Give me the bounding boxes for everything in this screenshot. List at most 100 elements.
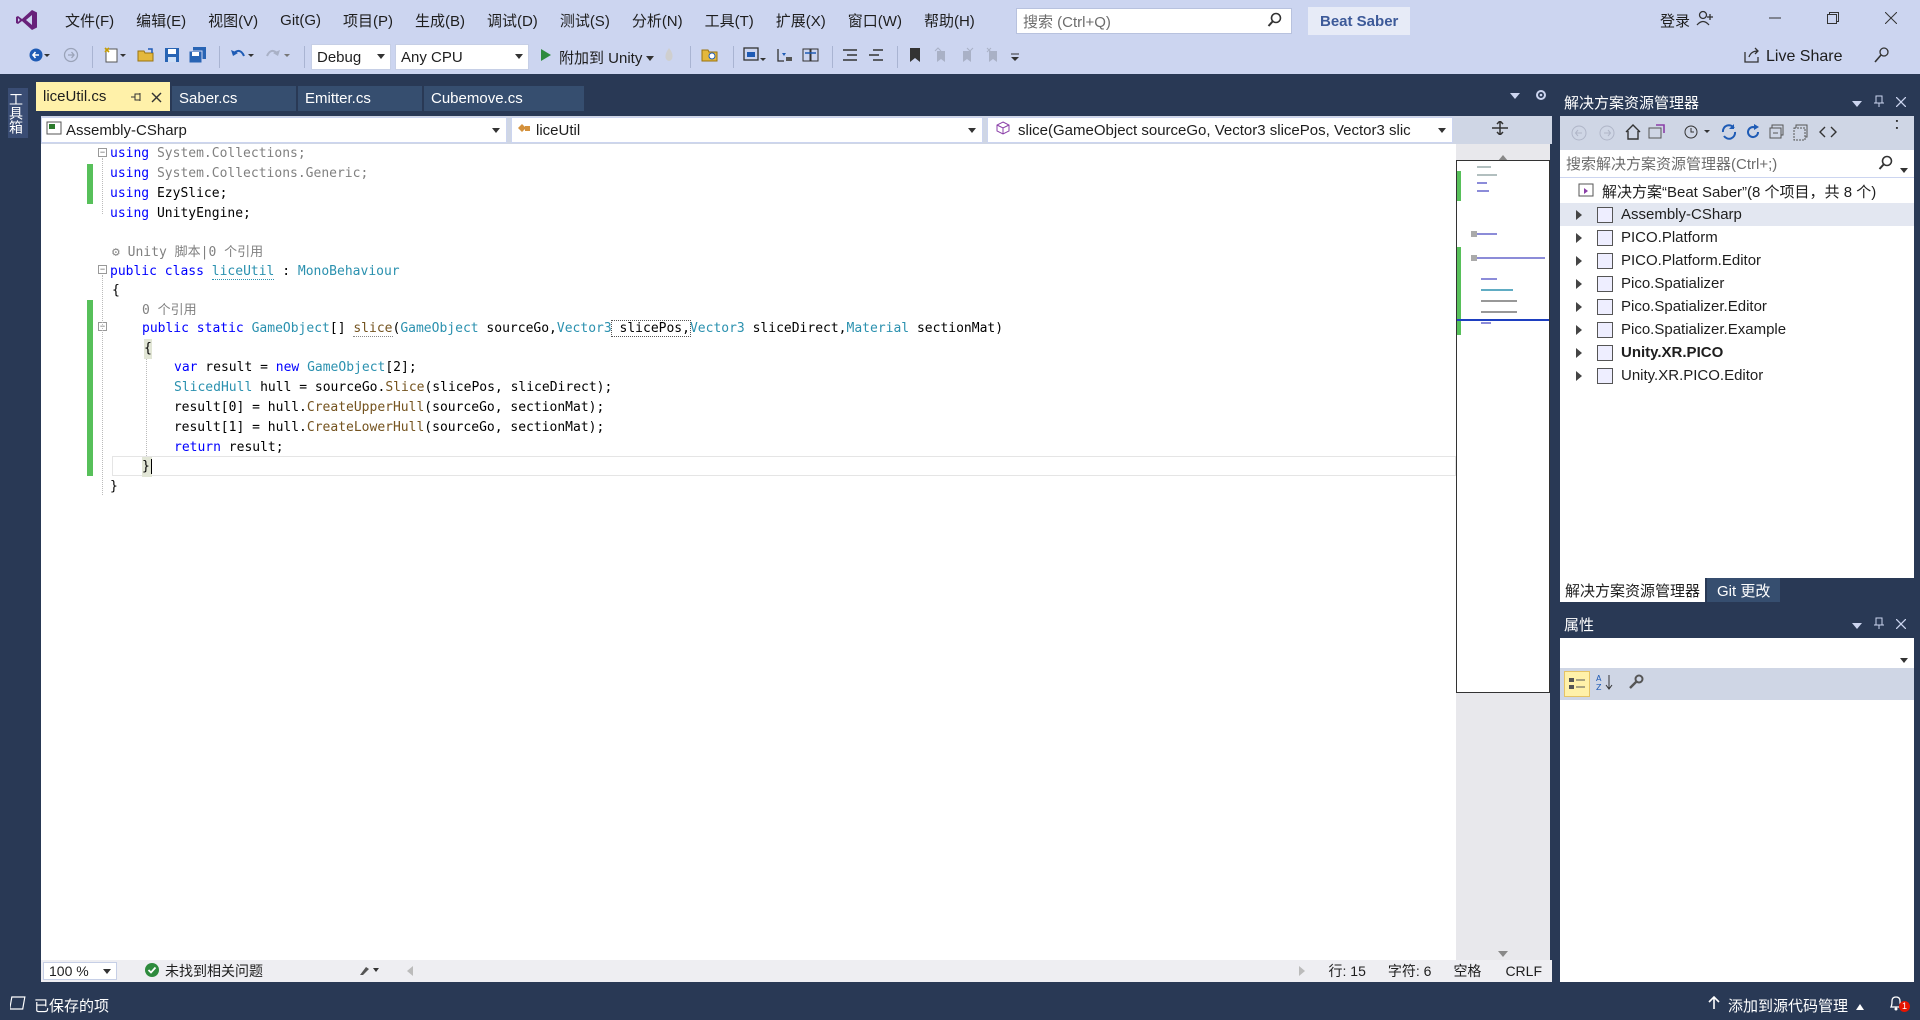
home-icon[interactable] (1624, 123, 1642, 144)
notifications-bell-icon[interactable]: 1 (1888, 995, 1910, 1015)
menu-window[interactable]: 窗口(W) (837, 0, 913, 40)
code-line-2[interactable]: using System.Collections.Generic; (110, 164, 368, 184)
solution-configuration-select[interactable]: Debug (311, 44, 391, 70)
add-to-source-control-button[interactable]: 添加到源代码管理 (1728, 995, 1848, 1016)
pending-changes-filter-icon[interactable] (1684, 124, 1714, 143)
split-window-button[interactable] (1457, 116, 1542, 144)
menu-edit[interactable]: 编辑(E) (125, 0, 197, 40)
clear-bookmarks-button[interactable] (982, 44, 1004, 70)
expand-icon[interactable] (1576, 324, 1582, 335)
line-indicator[interactable]: 行: 15 (1329, 961, 1366, 981)
switch-views-icon[interactable] (1648, 123, 1668, 144)
undo-button[interactable] (226, 44, 258, 70)
code-line-17[interactable]: } (110, 477, 118, 497)
code-line-1[interactable]: using System.Collections; (110, 144, 306, 164)
menu-file[interactable]: 文件(F) (54, 0, 125, 40)
menu-debug[interactable]: 调试(D) (476, 0, 549, 40)
code-line-11[interactable]: var result = new GameObject[2]; (174, 358, 417, 378)
minimize-button[interactable] (1746, 0, 1804, 40)
code-line-4[interactable]: using UnityEngine; (110, 204, 251, 224)
properties-object-select[interactable] (1560, 638, 1914, 668)
tab-list-dropdown-icon[interactable] (1510, 86, 1520, 103)
code-line-12[interactable]: SlicedHull hull = sourceGo.Slice(slicePo… (174, 378, 612, 398)
wrench-icon[interactable] (1628, 674, 1644, 694)
code-line-13[interactable]: result[0] = hull.CreateUpperHull(sourceG… (166, 398, 605, 418)
scroll-left-icon[interactable] (407, 963, 413, 979)
panel-dropdown-icon[interactable] (1852, 616, 1862, 633)
redo-button[interactable] (262, 44, 294, 70)
tree-item-project[interactable]: Assembly-CSharp (1560, 203, 1914, 226)
forward-icon[interactable] (1598, 124, 1616, 145)
menu-build[interactable]: 生成(B) (404, 0, 476, 40)
expand-icon[interactable] (1576, 347, 1582, 358)
code-line-7[interactable]: { (112, 281, 120, 301)
pin-icon[interactable] (130, 90, 142, 107)
tree-item-project[interactable]: PICO.Platform (1560, 226, 1914, 249)
pin-icon[interactable] (1874, 94, 1884, 111)
search-input[interactable]: 搜索 (Ctrl+Q) (1016, 8, 1292, 34)
menu-tools[interactable]: 工具(T) (694, 0, 765, 40)
whitespace-indicator[interactable]: 空格 (1453, 961, 1481, 981)
cleanup-brush-icon[interactable] (359, 963, 381, 979)
toggle-bookmark-button[interactable] (904, 44, 926, 70)
refresh-icon[interactable] (1744, 123, 1762, 144)
codelens-method[interactable]: 0 个引用 (142, 301, 197, 321)
issues-status[interactable]: 未找到相关问题 (165, 961, 263, 981)
new-project-button[interactable] (99, 44, 131, 70)
chevron-up-icon[interactable] (1856, 997, 1864, 1014)
tab-saber[interactable]: Saber.cs (172, 86, 296, 111)
save-button[interactable] (161, 44, 183, 70)
tab-liceutil[interactable]: liceUtil.cs (36, 82, 170, 111)
code-line-9[interactable]: public static GameObject[] slice(GameObj… (142, 319, 1003, 339)
find-in-files-button[interactable] (697, 44, 723, 70)
scroll-down-icon[interactable] (1498, 944, 1508, 961)
navigate-back-button[interactable] (24, 44, 56, 70)
login-button[interactable]: 登录 (1660, 0, 1714, 40)
collapse-all-icon[interactable] (1768, 123, 1786, 144)
next-bookmark-button[interactable] (956, 44, 978, 70)
code-line-6[interactable]: public class liceUtil : MonoBehaviour (110, 262, 400, 282)
output-window-icon[interactable] (9, 996, 26, 1014)
code-line-15[interactable]: return result; (174, 438, 284, 458)
code-line-14[interactable]: result[1] = hull.CreateLowerHull(sourceG… (166, 418, 605, 438)
solution-platform-select[interactable]: Any CPU (395, 44, 529, 70)
sync-icon[interactable] (1720, 123, 1738, 144)
step-into-button[interactable] (774, 44, 796, 70)
menu-git[interactable]: Git(G) (269, 0, 332, 40)
pin-icon[interactable] (1874, 616, 1884, 633)
tree-item-project[interactable]: Pico.Spatializer.Editor (1560, 295, 1914, 318)
menu-help[interactable]: 帮助(H) (913, 0, 986, 40)
screenshot-button[interactable] (740, 44, 770, 70)
expand-icon[interactable] (1576, 278, 1582, 289)
tab-solution-explorer[interactable]: 解决方案资源管理器 (1560, 578, 1706, 602)
close-window-button[interactable] (1862, 0, 1920, 40)
expand-icon[interactable] (1576, 301, 1582, 312)
code-view-icon[interactable] (1818, 123, 1838, 144)
solution-search-input[interactable]: 搜索解决方案资源管理器(Ctrl+;) (1560, 150, 1914, 178)
close-panel-icon[interactable] (1895, 94, 1907, 111)
solution-root[interactable]: 解决方案“Beat Saber”(8 个项目，共 8 个) (1560, 180, 1914, 203)
comment-lines-button[interactable] (839, 44, 861, 70)
tab-cubemove[interactable]: Cubemove.cs (424, 86, 584, 111)
prev-bookmark-button[interactable] (930, 44, 952, 70)
project-dropdown[interactable]: Assembly-CSharp (41, 117, 507, 143)
back-icon[interactable] (1570, 124, 1588, 145)
expand-icon[interactable] (1576, 232, 1582, 243)
menu-project[interactable]: 项目(P) (332, 0, 404, 40)
uncomment-lines-button[interactable] (865, 44, 887, 70)
zoom-select[interactable]: 100 % (43, 962, 117, 980)
code-line-3[interactable]: using EzySlice; (110, 184, 227, 204)
code-line-10[interactable]: { (144, 339, 152, 359)
show-all-files-icon[interactable] (1792, 123, 1810, 144)
tab-git-changes[interactable]: Git 更改 (1707, 578, 1781, 602)
tab-emitter[interactable]: Emitter.cs (298, 86, 422, 111)
expand-icon[interactable] (1576, 370, 1582, 381)
save-all-button[interactable] (187, 44, 209, 70)
live-share-button[interactable]: Live Share (1744, 40, 1891, 74)
categorized-icon[interactable] (1564, 671, 1590, 697)
type-dropdown[interactable]: liceUtil (511, 117, 983, 143)
collapse-icon[interactable]: − (98, 265, 107, 274)
expand-icon[interactable] (1576, 255, 1582, 266)
codelens-class[interactable]: ⚙ Unity 脚本|0 个引用 (112, 243, 263, 263)
expand-icon[interactable] (1576, 209, 1582, 220)
